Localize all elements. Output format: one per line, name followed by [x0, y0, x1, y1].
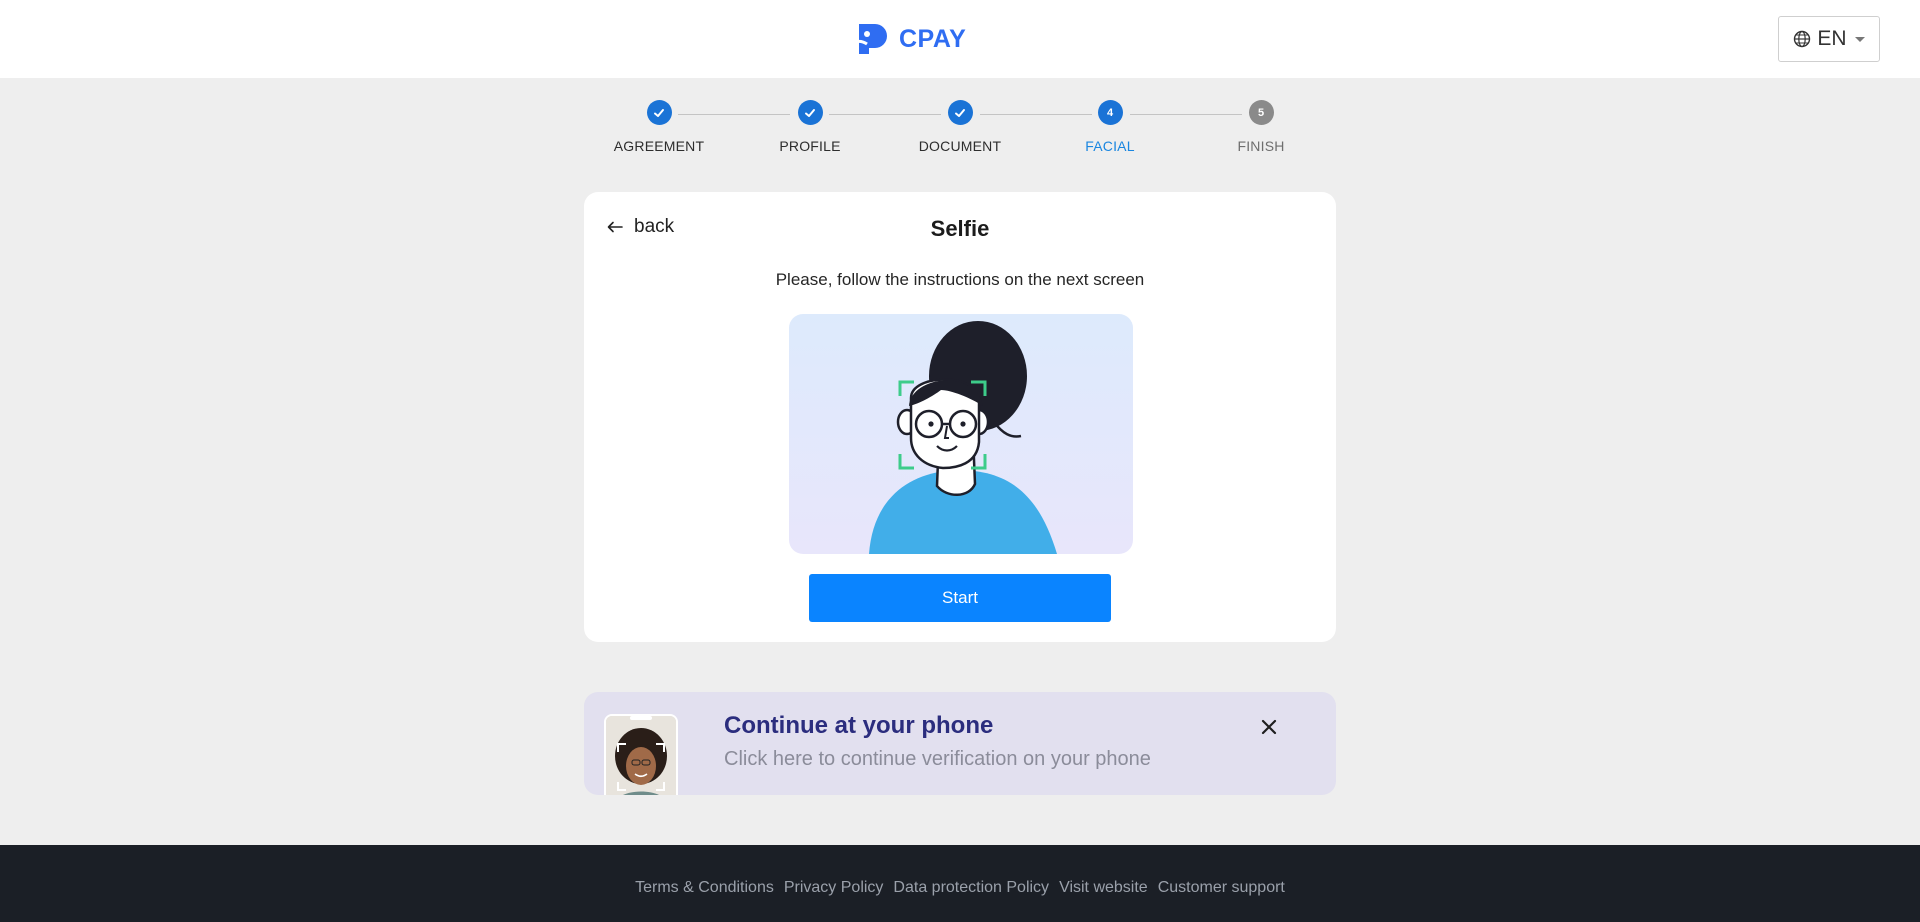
brand-logo[interactable]: CPAY — [853, 20, 966, 58]
privacy-policy-link[interactable]: Privacy Policy — [784, 879, 884, 897]
footer: Terms & Conditions Privacy Policy Data p… — [0, 845, 1920, 922]
globe-icon — [1794, 30, 1811, 48]
check-icon — [805, 108, 815, 117]
chevron-down-icon — [1854, 36, 1865, 42]
start-button[interactable]: Start — [809, 574, 1111, 622]
terms-link[interactable]: Terms & Conditions — [635, 879, 774, 897]
step-label: AGREEMENT — [613, 138, 705, 154]
banner-title: Continue at your phone — [724, 712, 994, 739]
step-label: FACIAL — [1085, 138, 1135, 154]
step-finish: 5 FINISH — [1196, 100, 1326, 154]
step-number: 4 — [1097, 100, 1123, 125]
step-facial: 4 FACIAL — [1045, 100, 1175, 154]
visit-website-link[interactable]: Visit website — [1059, 879, 1148, 897]
step-agreement: AGREEMENT — [594, 100, 724, 154]
header: CPAY EN — [0, 0, 1920, 78]
step-status — [646, 100, 672, 125]
step-profile: PROFILE — [745, 100, 875, 154]
check-icon — [955, 108, 965, 117]
step-label: PROFILE — [779, 138, 841, 154]
step-label: DOCUMENT — [918, 138, 1002, 154]
cpay-logo-icon — [854, 24, 887, 54]
language-label: EN — [1817, 27, 1847, 50]
step-document: DOCUMENT — [895, 100, 1025, 154]
continue-on-phone-banner[interactable]: Continue at your phone Click here to con… — [584, 692, 1336, 795]
footer-links: Terms & Conditions Privacy Policy Data p… — [0, 879, 1920, 897]
step-number: 5 — [1248, 100, 1274, 125]
selfie-illustration — [789, 314, 1133, 554]
brand-name: CPAY — [899, 24, 967, 53]
page-title: Selfie — [930, 216, 990, 241]
close-banner-button[interactable] — [1257, 715, 1281, 739]
step-status — [797, 100, 823, 125]
instruction-text: Please, follow the instructions on the n… — [775, 270, 1145, 289]
person-selfie-illustration — [869, 321, 1057, 554]
language-selector[interactable]: EN — [1778, 16, 1880, 62]
step-label: FINISH — [1237, 138, 1285, 154]
progress-stepper: AGREEMENT PROFILE DOCUMENT 4 FACIAL 5 FI… — [0, 100, 1920, 170]
selfie-card: back Selfie Please, follow the instructi… — [584, 192, 1336, 642]
check-icon — [654, 108, 664, 117]
customer-support-link[interactable]: Customer support — [1158, 879, 1285, 897]
data-protection-link[interactable]: Data protection Policy — [893, 879, 1049, 897]
close-icon — [1261, 719, 1277, 735]
step-status — [947, 100, 973, 125]
phone-preview-image — [604, 714, 678, 795]
banner-subtitle: Click here to continue verification on y… — [724, 748, 1151, 770]
selfie-photo-thumbnail — [606, 716, 676, 795]
